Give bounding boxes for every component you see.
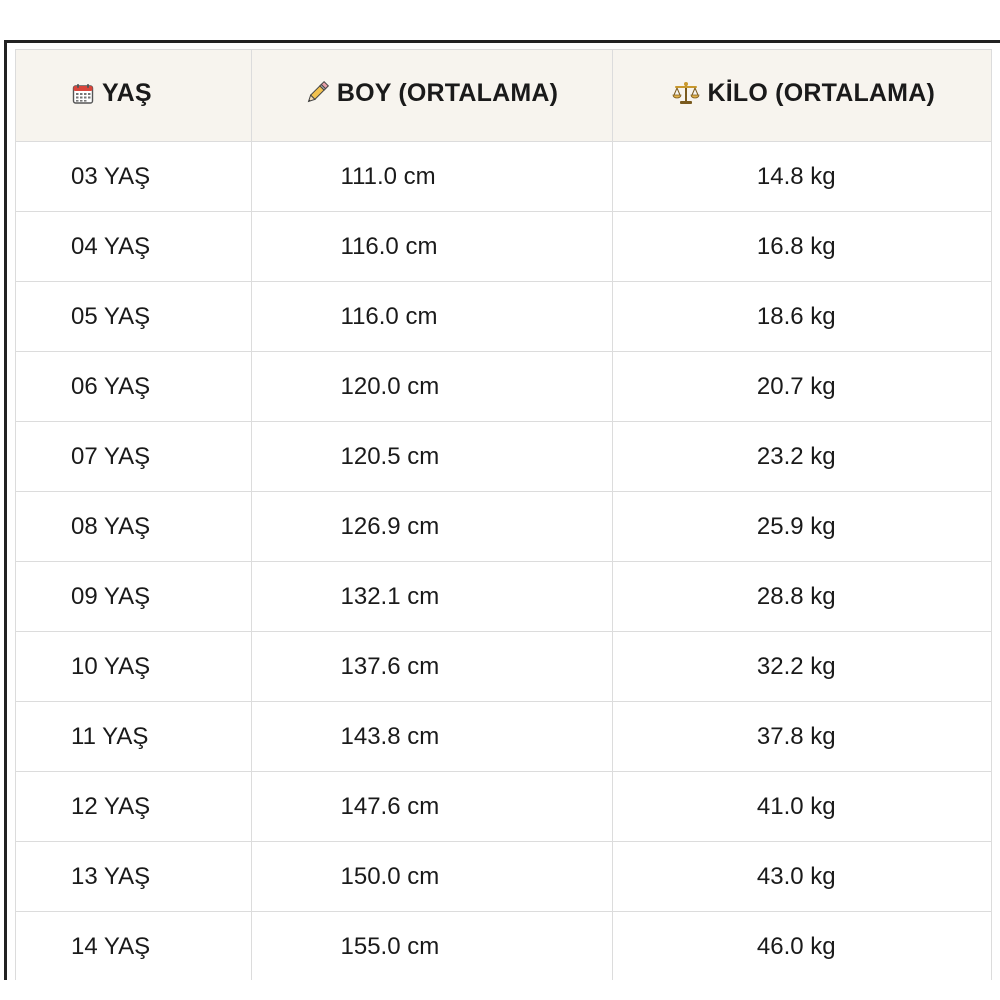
height-cell: 137.6 cm <box>251 631 613 702</box>
height-cell: 120.0 cm <box>251 351 613 422</box>
age-cell: 06 YAŞ <box>16 351 252 422</box>
weight-cell: 23.2 kg <box>612 421 991 492</box>
table-row: 11 YAŞ 143.8 cm 37.8 kg <box>16 701 991 772</box>
header-row: YAŞ BOY (ORTALAMA) KİLO (ORTALAMA) <box>16 50 991 142</box>
size-chart-table: YAŞ BOY (ORTALAMA) KİLO (ORTALAMA) 03 YA… <box>16 50 991 980</box>
weight-cell: 16.8 kg <box>612 211 991 282</box>
pencil-icon <box>305 80 329 112</box>
header-weight: KİLO (ORTALAMA) <box>612 50 991 142</box>
table-body: 03 YAŞ 111.0 cm 14.8 kg 04 YAŞ 116.0 cm 16.8 … <box>16 141 991 980</box>
height-cell: 111.0 cm <box>251 141 613 212</box>
age-cell: 10 YAŞ <box>16 631 252 702</box>
header-weight-label: KİLO (ORTALAMA) <box>707 79 935 107</box>
weight-cell: 20.7 kg <box>612 351 991 422</box>
table-row: 03 YAŞ 111.0 cm 14.8 kg <box>16 141 991 212</box>
age-cell: 07 YAŞ <box>16 421 252 492</box>
table-row: 04 YAŞ 116.0 cm 16.8 kg <box>16 211 991 282</box>
height-cell: 120.5 cm <box>251 421 613 492</box>
height-cell: 143.8 cm <box>251 701 613 772</box>
height-cell: 116.0 cm <box>251 281 613 352</box>
table-row: 05 YAŞ 116.0 cm 18.6 kg <box>16 281 991 352</box>
height-cell: 155.0 cm <box>251 911 613 980</box>
age-cell: 08 YAŞ <box>16 491 252 562</box>
age-cell: 14 YAŞ <box>16 911 252 980</box>
height-cell: 116.0 cm <box>251 211 613 282</box>
weight-cell: 43.0 kg <box>612 841 991 912</box>
table-frame: YAŞ BOY (ORTALAMA) KİLO (ORTALAMA) 03 YA… <box>4 40 1000 980</box>
age-cell: 03 YAŞ <box>16 141 252 212</box>
age-cell: 12 YAŞ <box>16 771 252 842</box>
table-row: 06 YAŞ 120.0 cm 20.7 kg <box>16 351 991 422</box>
height-cell: 150.0 cm <box>251 841 613 912</box>
header-height: BOY (ORTALAMA) <box>251 50 613 142</box>
weight-cell: 28.8 kg <box>612 561 991 632</box>
table-header: YAŞ BOY (ORTALAMA) KİLO (ORTALAMA) <box>16 50 991 142</box>
age-cell: 13 YAŞ <box>16 841 252 912</box>
header-age-label: YAŞ <box>102 79 152 107</box>
height-cell: 147.6 cm <box>251 771 613 842</box>
weight-cell: 32.2 kg <box>612 631 991 702</box>
weight-cell: 41.0 kg <box>612 771 991 842</box>
weight-cell: 25.9 kg <box>612 491 991 562</box>
table-row: 13 YAŞ 150.0 cm 43.0 kg <box>16 841 991 912</box>
weight-cell: 37.8 kg <box>612 701 991 772</box>
weight-cell: 18.6 kg <box>612 281 991 352</box>
header-height-label: BOY (ORTALAMA) <box>336 79 559 107</box>
age-cell: 11 YAŞ <box>16 701 252 772</box>
weight-cell: 14.8 kg <box>612 141 991 212</box>
table-container: YAŞ BOY (ORTALAMA) KİLO (ORTALAMA) 03 YA… <box>15 49 992 980</box>
calendar-icon <box>72 83 94 112</box>
table-row: 10 YAŞ 137.6 cm 32.2 kg <box>16 631 991 702</box>
table-row: 12 YAŞ 147.6 cm 41.0 kg <box>16 771 991 842</box>
age-cell: 09 YAŞ <box>16 561 252 632</box>
table-row: 09 YAŞ 132.1 cm 28.8 kg <box>16 561 991 632</box>
table-row: 14 YAŞ 155.0 cm 46.0 kg <box>16 911 991 980</box>
scale-icon <box>672 81 700 112</box>
height-cell: 132.1 cm <box>251 561 613 632</box>
age-cell: 05 YAŞ <box>16 281 252 352</box>
header-age: YAŞ <box>16 50 252 142</box>
weight-cell: 46.0 kg <box>612 911 991 980</box>
table-row: 08 YAŞ 126.9 cm 25.9 kg <box>16 491 991 562</box>
height-cell: 126.9 cm <box>251 491 613 562</box>
age-cell: 04 YAŞ <box>16 211 252 282</box>
table-row: 07 YAŞ 120.5 cm 23.2 kg <box>16 421 991 492</box>
